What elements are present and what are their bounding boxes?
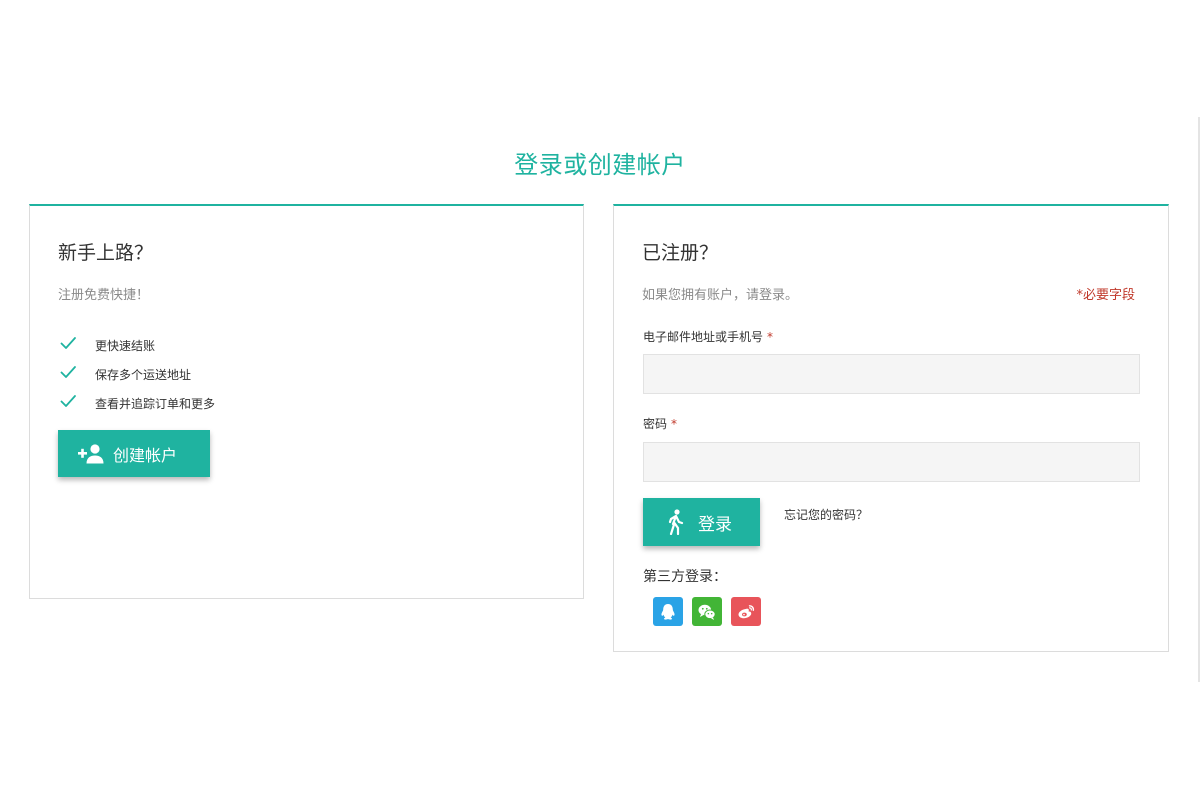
email-input[interactable]: [643, 354, 1140, 394]
registered-panel: 已注册？ 如果您拥有账户，请登录。 *必要字段 电子邮件地址或手机号 * 密码 * …: [613, 204, 1169, 652]
password-input[interactable]: [643, 442, 1140, 482]
walking-person-icon: [668, 509, 684, 535]
check-icon: [60, 337, 76, 349]
new-customer-panel: 新手上路？ 注册免费快捷！ 更快速结账 保存多个运送地址 查看并追踪订单和更多: [29, 204, 584, 599]
benefit-item: 更快速结账: [60, 325, 215, 354]
benefit-item: 查看并追踪订单和更多: [60, 383, 215, 412]
email-label: 电子邮件地址或手机号 *: [643, 328, 773, 345]
email-label-text: 电子邮件地址或手机号: [643, 330, 764, 344]
benefit-text: 更快速结账: [95, 339, 156, 353]
password-label: 密码 *: [643, 415, 677, 432]
create-account-label: 创建帐户: [113, 445, 178, 465]
create-account-button[interactable]: 创建帐户: [58, 430, 210, 477]
page-title: 登录或创建帐户: [514, 151, 686, 179]
qq-icon: [661, 603, 675, 620]
check-icon: [60, 395, 76, 407]
benefit-text: 保存多个运送地址: [95, 368, 192, 382]
wechat-login-button[interactable]: [692, 597, 722, 626]
social-login-row: [653, 597, 770, 626]
check-icon: [60, 366, 76, 378]
registered-subtitle: 如果您拥有账户，请登录。: [642, 288, 799, 303]
third-party-login-label: 第三方登录：: [643, 569, 727, 585]
required-star: *: [671, 417, 678, 431]
login-label: 登录: [698, 514, 732, 535]
benefits-list: 更快速结账 保存多个运送地址 查看并追踪订单和更多: [60, 325, 215, 412]
add-user-icon: [78, 443, 104, 463]
weibo-login-button[interactable]: [731, 597, 761, 626]
required-star: *: [767, 330, 774, 344]
new-customer-subtitle: 注册免费快捷！: [58, 288, 150, 303]
new-customer-heading: 新手上路？: [58, 242, 154, 264]
wechat-icon: [698, 604, 716, 620]
forgot-password-link[interactable]: 忘记您的密码？: [784, 506, 868, 523]
benefit-text: 查看并追踪订单和更多: [95, 397, 216, 411]
login-button[interactable]: 登录: [643, 498, 760, 546]
required-fields-note: *必要字段: [1076, 288, 1135, 303]
qq-login-button[interactable]: [653, 597, 683, 626]
password-label-text: 密码: [643, 417, 668, 431]
benefit-item: 保存多个运送地址: [60, 354, 215, 383]
weibo-icon: [738, 604, 755, 618]
registered-heading: 已注册？: [642, 242, 719, 264]
